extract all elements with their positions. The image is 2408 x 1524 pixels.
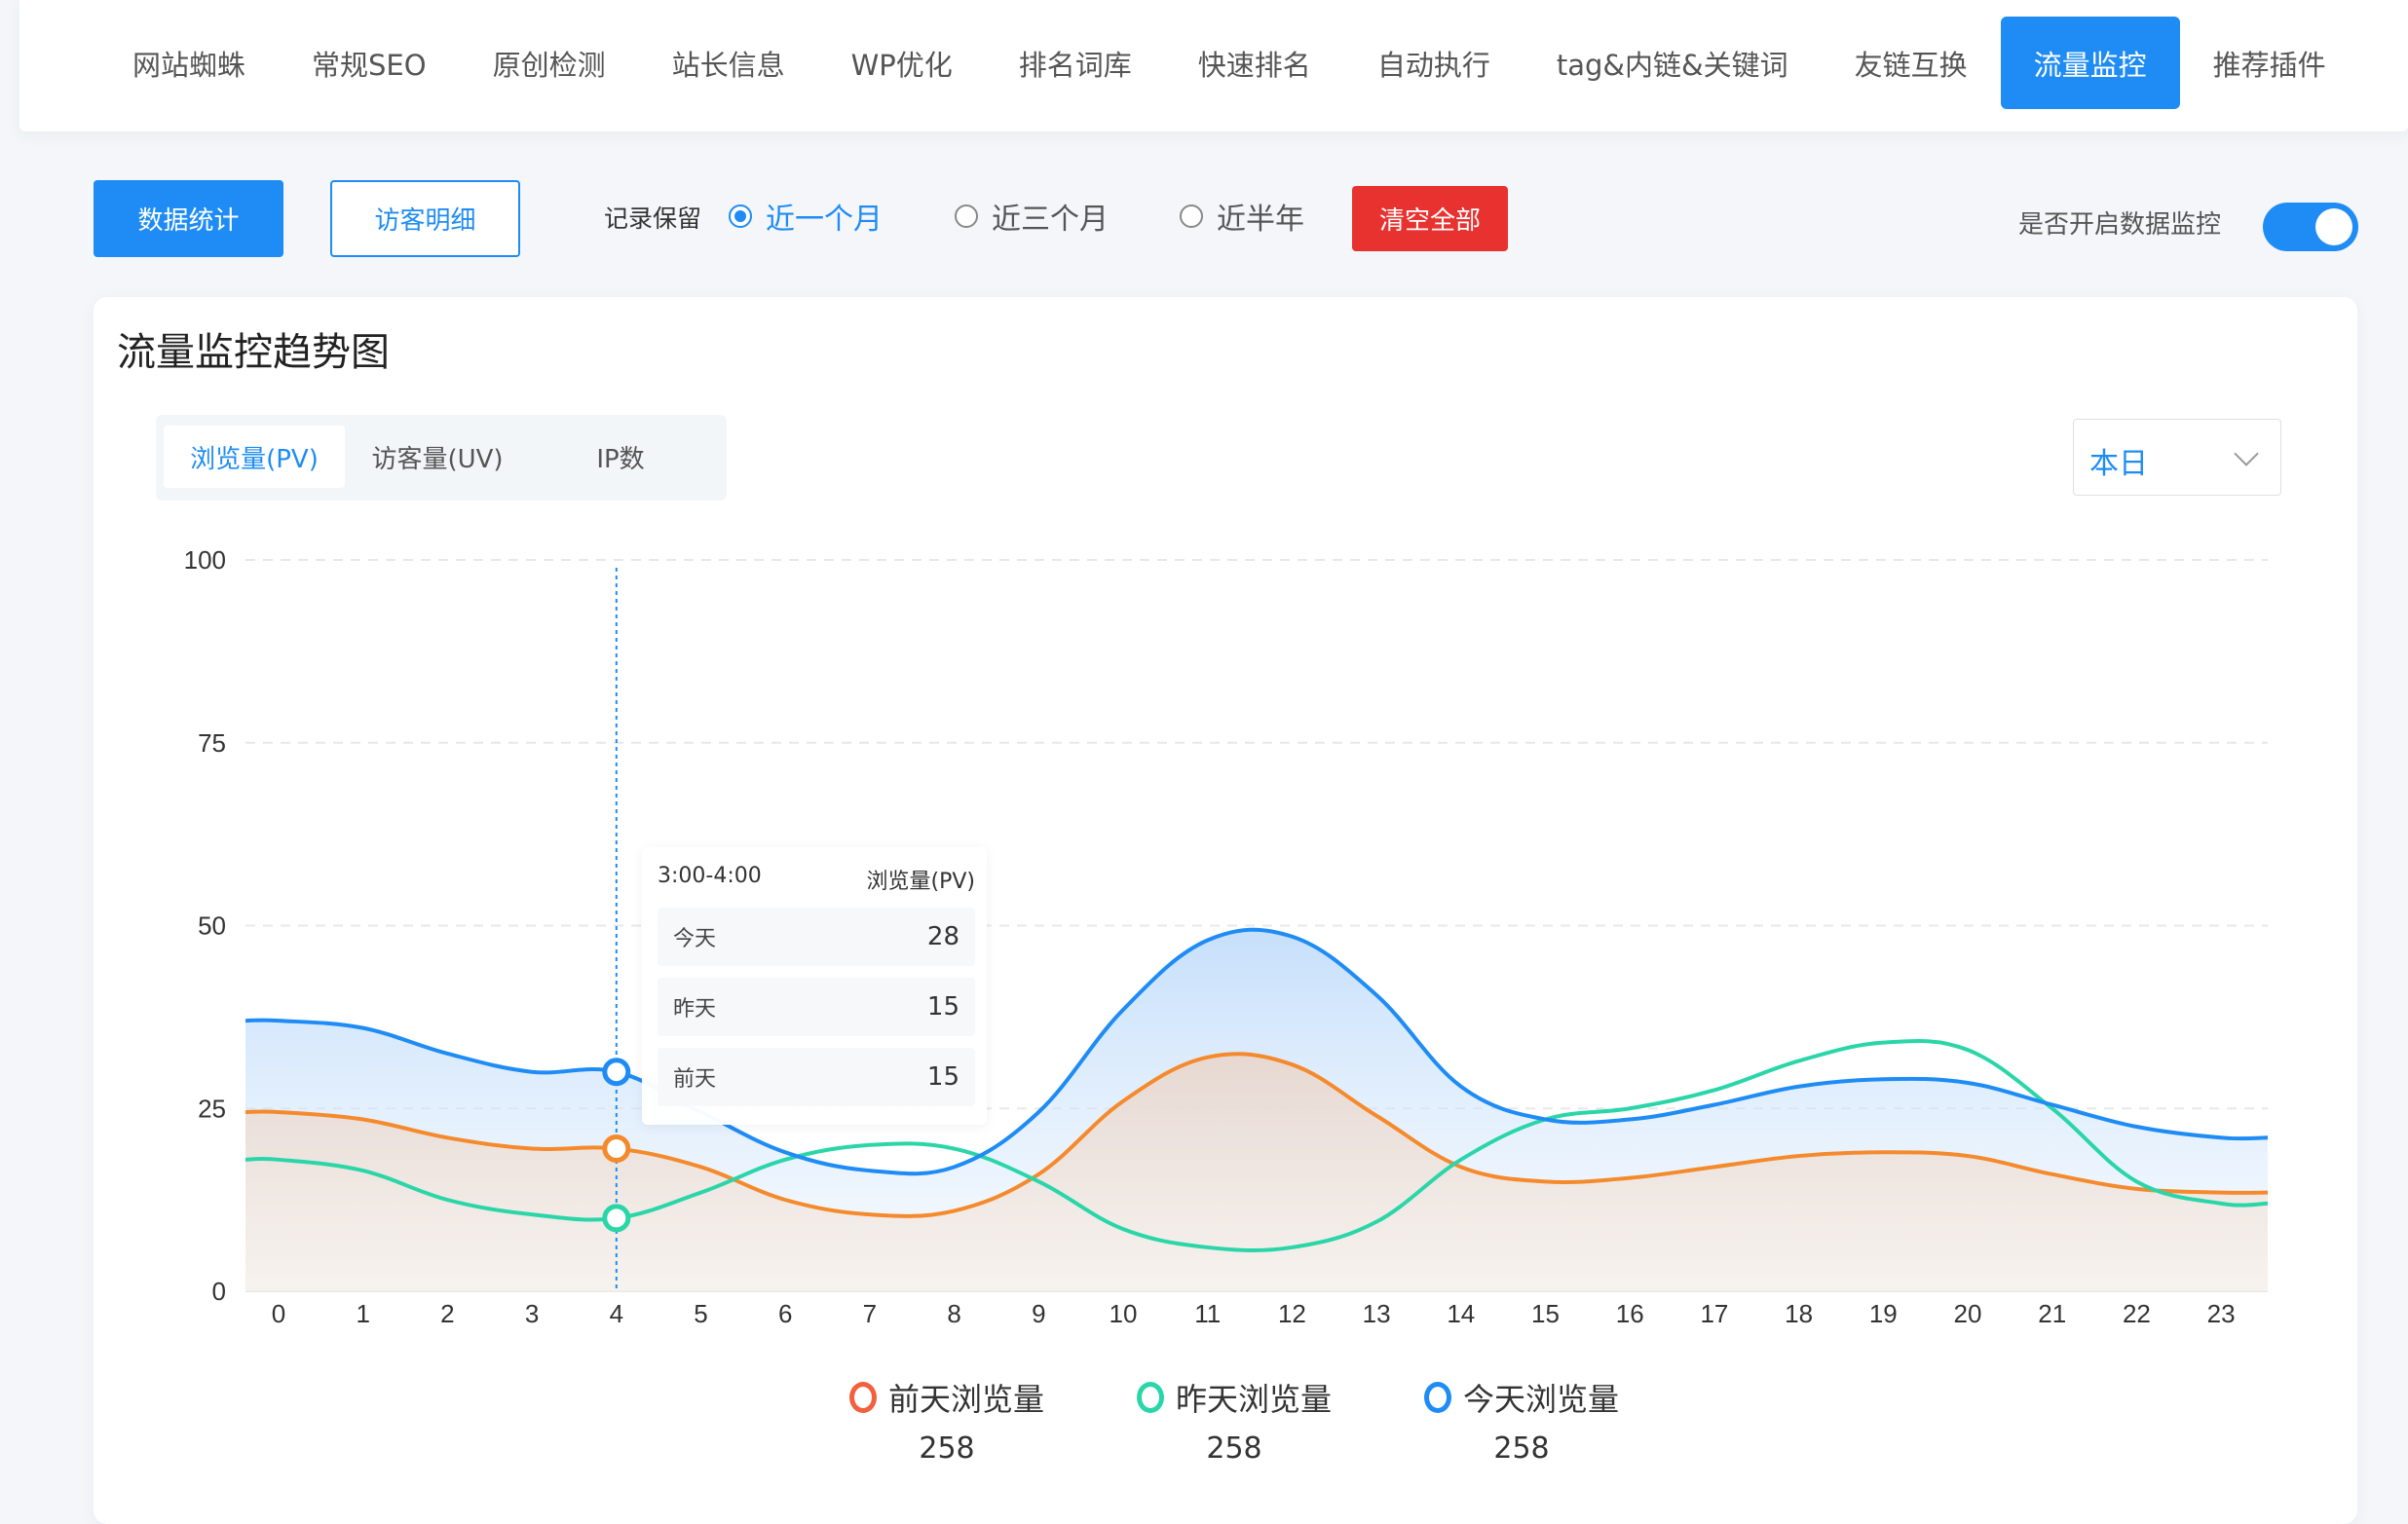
legend-ring-icon <box>1137 1382 1164 1413</box>
x-tick-label: 23 <box>2207 1299 2236 1328</box>
x-tick-label: 0 <box>272 1299 285 1328</box>
point-yesterday[interactable] <box>602 1204 631 1233</box>
x-tick-label: 18 <box>1785 1299 1813 1328</box>
x-tick-label: 8 <box>947 1299 960 1328</box>
x-tick-label: 12 <box>1278 1299 1306 1328</box>
legend-total: 258 <box>1206 1431 1262 1466</box>
tooltip-metric: 浏览量(PV) <box>866 870 975 894</box>
x-tick-label: 13 <box>1363 1299 1391 1328</box>
x-tick-label: 20 <box>1954 1299 1982 1328</box>
x-tick-label: 16 <box>1616 1299 1644 1328</box>
tooltip-row-daybefore: 前天 15 <box>658 1048 975 1106</box>
x-tick-label: 14 <box>1447 1299 1475 1328</box>
x-tick-label: 17 <box>1700 1299 1728 1328</box>
legend-item-daybefore[interactable]: 前天浏览量 258 <box>849 1375 1044 1466</box>
y-tick-label: 0 <box>212 1277 226 1306</box>
y-tick-label: 75 <box>198 728 226 758</box>
legend-total: 258 <box>1493 1431 1550 1466</box>
x-tick-label: 10 <box>1110 1299 1138 1328</box>
legend-ring-icon <box>849 1382 877 1413</box>
point-today[interactable] <box>602 1058 631 1087</box>
y-tick-label: 50 <box>198 911 226 941</box>
x-tick-label: 6 <box>778 1299 792 1328</box>
x-tick-label: 15 <box>1531 1299 1560 1328</box>
legend-total: 258 <box>919 1431 975 1466</box>
x-tick-label: 5 <box>694 1299 707 1328</box>
x-tick-label: 1 <box>356 1299 369 1328</box>
chart-tooltip: 3:00-4:00 浏览量(PV) 今天 28 昨天 15 前天 15 <box>642 847 987 1125</box>
trend-chart: 02550751000 1 2 3 4 5 6 7 8 9 10 11 12 13 14 15 16 17 18 19… <box>184 545 2269 1328</box>
x-tick-label: 3 <box>525 1299 539 1328</box>
tooltip-row-yesterday: 昨天 15 <box>658 978 975 1036</box>
x-tick-label: 4 <box>610 1299 623 1328</box>
x-tick-label: 22 <box>2123 1299 2151 1328</box>
x-tick-label: 9 <box>1032 1299 1045 1328</box>
y-tick-label: 100 <box>184 545 226 575</box>
legend-item-today[interactable]: 今天浏览量 258 <box>1424 1375 1619 1466</box>
tooltip-time: 3:00-4:00 <box>658 864 762 888</box>
x-tick-label: 2 <box>440 1299 454 1328</box>
point-daybefore[interactable] <box>602 1134 631 1164</box>
chart-legend: 前天浏览量 258 昨天浏览量 258 今天浏览量 258 <box>0 1375 2408 1482</box>
x-tick-label: 19 <box>1869 1299 1898 1328</box>
x-tick-label: 21 <box>2038 1299 2066 1328</box>
legend-item-yesterday[interactable]: 昨天浏览量 258 <box>1137 1375 1332 1466</box>
tooltip-row-today: 今天 28 <box>658 908 975 966</box>
y-tick-label: 25 <box>198 1094 226 1123</box>
legend-ring-icon <box>1424 1382 1451 1413</box>
x-tick-label: 7 <box>863 1299 877 1328</box>
x-tick-label: 11 <box>1194 1299 1221 1328</box>
